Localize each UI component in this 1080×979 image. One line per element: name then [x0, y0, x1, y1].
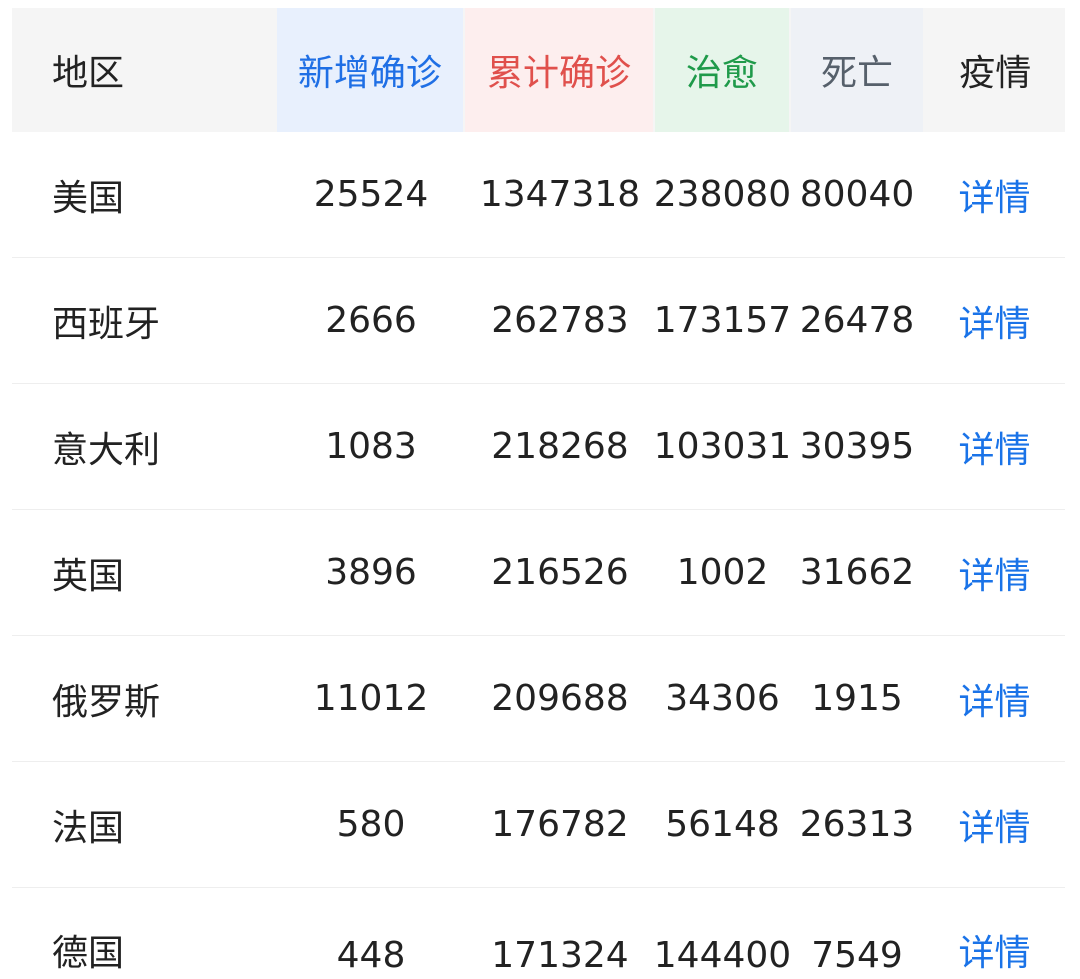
row-total-confirmed: 216526	[491, 552, 629, 593]
row-cured: 56148	[665, 804, 780, 845]
header-new-confirmed[interactable]: 新增确诊	[276, 8, 463, 132]
row-new-confirmed: 1083	[325, 426, 417, 467]
table-row: 俄罗斯 11012 209688 34306 1915 详情	[12, 636, 1065, 762]
row-region: 意大利	[52, 429, 161, 471]
row-new-confirmed: 448	[336, 935, 406, 976]
row-cured: 173157	[653, 300, 792, 341]
row-cured: 238080	[653, 174, 792, 215]
row-total-confirmed: 176782	[491, 804, 629, 845]
row-region: 法国	[52, 807, 125, 849]
row-region: 西班牙	[52, 303, 161, 345]
row-region: 英国	[52, 555, 125, 597]
row-total-confirmed: 1347318	[479, 174, 641, 215]
row-death: 30395	[799, 426, 915, 467]
detail-link[interactable]: 详情	[924, 762, 1065, 887]
row-total-confirmed: 262783	[491, 300, 629, 341]
row-new-confirmed: 2666	[325, 300, 417, 341]
row-new-confirmed: 580	[336, 804, 406, 845]
detail-link[interactable]: 详情	[924, 384, 1065, 509]
row-death: 26313	[799, 804, 915, 845]
epidemic-table: 地区 新增确诊 累计确诊 治愈 死亡 疫情 美国 25524 1347318 2…	[12, 8, 1065, 976]
table-row: 美国 25524 1347318 238080 80040 详情	[12, 132, 1065, 258]
row-total-confirmed: 171324	[491, 935, 629, 976]
row-cured: 1002	[676, 552, 769, 593]
detail-link[interactable]: 详情	[924, 888, 1065, 976]
table-row: 西班牙 2666 262783 173157 26478 详情	[12, 258, 1065, 384]
row-region: 德国	[52, 933, 125, 974]
table-header: 地区 新增确诊 累计确诊 治愈 死亡 疫情	[12, 8, 1065, 132]
table-row: 德国 448 171324 144400 7549 详情	[12, 888, 1065, 976]
row-death: 7549	[811, 935, 903, 976]
header-epidemic: 疫情	[959, 53, 1032, 94]
row-total-confirmed: 209688	[491, 678, 629, 719]
row-cured: 103031	[653, 426, 792, 467]
row-death: 26478	[799, 300, 915, 341]
header-cured[interactable]: 治愈	[655, 8, 789, 132]
header-death[interactable]: 死亡	[790, 8, 924, 132]
detail-link[interactable]: 详情	[924, 510, 1065, 635]
table-row: 意大利 1083 218268 103031 30395 详情	[12, 384, 1065, 510]
detail-link[interactable]: 详情	[924, 636, 1065, 761]
header-total-confirmed[interactable]: 累计确诊	[464, 8, 654, 132]
row-new-confirmed: 25524	[313, 174, 429, 215]
row-cured: 144400	[653, 935, 792, 976]
header-region: 地区	[52, 53, 125, 94]
row-total-confirmed: 218268	[491, 426, 629, 467]
row-death: 1915	[811, 678, 903, 719]
row-new-confirmed: 11012	[313, 678, 429, 719]
detail-link[interactable]: 详情	[924, 258, 1065, 383]
row-new-confirmed: 3896	[325, 552, 417, 593]
detail-link[interactable]: 详情	[924, 132, 1065, 257]
row-death: 31662	[799, 552, 915, 593]
row-region: 俄罗斯	[52, 681, 161, 723]
table-row: 法国 580 176782 56148 26313 详情	[12, 762, 1065, 888]
row-region: 美国	[52, 177, 125, 219]
table-row: 英国 3896 216526 1002 31662 详情	[12, 510, 1065, 636]
row-cured: 34306	[665, 678, 780, 719]
row-death: 80040	[799, 174, 915, 215]
